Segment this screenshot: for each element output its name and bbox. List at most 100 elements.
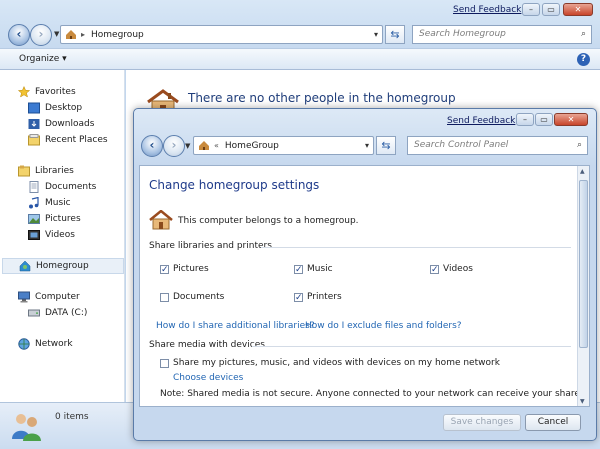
minimize-button[interactable]: – <box>516 113 534 126</box>
homegroup-icon <box>19 260 31 272</box>
checkbox-empty-icon <box>160 292 169 302</box>
checkbox-check-icon: ✓ <box>294 292 303 303</box>
nav-computer-label: Computer <box>35 292 80 302</box>
section-divider <box>252 346 571 347</box>
address-path: HomeGroup <box>224 140 279 151</box>
search-box[interactable]: Search Control Panel ⌕ <box>407 136 588 155</box>
nav-favorites-label: Favorites <box>35 87 76 97</box>
forward-button[interactable]: › <box>30 24 52 46</box>
search-icon[interactable]: ⌕ <box>581 26 586 43</box>
homegroup-message: There are no other people in the homegro… <box>188 91 456 105</box>
send-feedback-link[interactable]: Send Feedback <box>447 116 515 126</box>
nav-desktop[interactable]: Desktop <box>28 100 82 116</box>
search-icon[interactable]: ⌕ <box>577 137 582 154</box>
forward-button[interactable]: › <box>163 135 185 157</box>
share-additional-libraries-link[interactable]: How do I share additional libraries? <box>156 321 315 331</box>
breadcrumb-separator-icon: ▸ <box>81 30 86 39</box>
network-icon <box>18 338 30 350</box>
address-bar[interactable]: ▸ Homegroup ▾ <box>60 25 383 44</box>
maximize-button[interactable]: ▭ <box>542 3 560 16</box>
refresh-button[interactable]: ⇆ <box>376 136 396 155</box>
libraries-icon <box>18 165 30 177</box>
scrollbar-thumb[interactable] <box>579 180 588 348</box>
recent-pages-dropdown-icon[interactable]: ▼ <box>185 142 190 150</box>
send-feedback-link[interactable]: Send Feedback <box>453 5 521 15</box>
printers-checkbox[interactable]: ✓ Printers <box>294 292 342 302</box>
nav-videos[interactable]: Videos <box>28 227 75 243</box>
nav-downloads[interactable]: Downloads <box>28 116 94 132</box>
star-icon <box>18 86 30 98</box>
music-checkbox[interactable]: ✓ Music <box>294 264 333 274</box>
nav-network[interactable]: Network <box>18 336 73 352</box>
navigation-pane: Favorites Desktop Downloads Recent Place… <box>0 70 125 402</box>
nav-homegroup-label: Homegroup <box>36 261 89 271</box>
users-icon <box>12 414 41 441</box>
share-media-label: Share my pictures, music, and videos wit… <box>173 358 500 368</box>
recent-pages-dropdown-icon[interactable]: ▼ <box>54 30 59 38</box>
scroll-down-icon[interactable]: ▼ <box>580 398 585 405</box>
printers-label: Printers <box>307 292 342 302</box>
nav-libraries-label: Libraries <box>35 166 74 176</box>
music-icon <box>29 197 39 209</box>
search-placeholder: Search Homegroup <box>419 29 506 39</box>
close-button[interactable]: ✕ <box>554 113 588 126</box>
videos-checkbox[interactable]: ✓ Videos <box>430 264 473 274</box>
documents-checkbox[interactable]: Documents <box>160 292 224 302</box>
nav-favorites[interactable]: Favorites <box>18 84 76 100</box>
cancel-button[interactable]: Cancel <box>525 414 581 431</box>
share-media-checkbox[interactable]: Share my pictures, music, and videos wit… <box>160 358 500 368</box>
nav-homegroup[interactable]: Homegroup <box>2 258 124 274</box>
help-icon[interactable]: ? <box>577 53 590 66</box>
overflow-breadcrumb-icon[interactable]: « <box>214 141 219 150</box>
nav-pictures[interactable]: Pictures <box>28 211 81 227</box>
music-label: Music <box>307 264 333 274</box>
nav-documents[interactable]: Documents <box>28 179 96 195</box>
desktop-icon <box>28 102 40 114</box>
settings-content: Change homegroup settings This computer … <box>139 165 590 407</box>
choose-devices-link[interactable]: Choose devices <box>173 373 243 383</box>
videos-icon <box>28 230 40 240</box>
nav-computer[interactable]: Computer <box>18 289 80 305</box>
back-button[interactable]: ‹ <box>141 135 163 157</box>
search-placeholder: Search Control Panel <box>414 140 509 150</box>
scroll-up-icon[interactable]: ▲ <box>580 168 585 175</box>
nav-network-label: Network <box>35 339 73 349</box>
address-dropdown-icon[interactable]: ▾ <box>365 141 369 150</box>
membership-status: This computer belongs to a homegroup. <box>178 216 359 226</box>
nav-music-label: Music <box>45 198 71 208</box>
organize-button[interactable]: Organize ▾ <box>19 54 67 64</box>
pictures-checkbox[interactable]: ✓ Pictures <box>160 264 209 274</box>
maximize-button[interactable]: ▭ <box>535 113 553 126</box>
close-button[interactable]: ✕ <box>563 3 593 16</box>
nav-drive-c[interactable]: DATA (C:) <box>28 305 87 321</box>
back-button[interactable]: ‹ <box>8 24 30 46</box>
minimize-button[interactable]: – <box>522 3 540 16</box>
recent-places-icon <box>28 134 40 146</box>
documents-icon <box>29 181 39 193</box>
navigation-bar: ‹ › ▼ ▸ Homegroup ▾ ⇆ Search Homegroup ⌕ <box>6 22 596 48</box>
nav-downloads-label: Downloads <box>45 119 95 129</box>
vertical-scrollbar[interactable]: ▲ ▼ <box>577 166 589 406</box>
section-divider <box>261 247 571 248</box>
address-bar[interactable]: « HomeGroup ▾ <box>193 136 374 155</box>
homegroup-icon <box>199 141 209 150</box>
drive-icon <box>28 309 40 317</box>
search-box[interactable]: Search Homegroup ⌕ <box>412 25 592 44</box>
address-path: Homegroup <box>91 29 144 40</box>
nav-libraries[interactable]: Libraries <box>18 163 74 179</box>
nav-drive-c-label: DATA (C:) <box>45 308 88 318</box>
nav-recent-places[interactable]: Recent Places <box>28 132 108 148</box>
nav-videos-label: Videos <box>45 230 75 240</box>
videos-label: Videos <box>443 264 473 274</box>
documents-label: Documents <box>173 292 225 302</box>
nav-music[interactable]: Music <box>28 195 71 211</box>
exclude-files-link[interactable]: How do I exclude files and folders? <box>305 321 462 331</box>
refresh-button[interactable]: ⇆ <box>385 25 405 44</box>
share-media-heading: Share media with devices <box>149 340 265 350</box>
save-changes-button[interactable]: Save changes <box>443 414 521 431</box>
checkbox-check-icon: ✓ <box>430 264 439 275</box>
homegroup-settings-window: Send Feedback – ▭ ✕ ‹ › ▼ « HomeGroup ▾ … <box>133 108 597 441</box>
address-dropdown-icon[interactable]: ▾ <box>374 30 378 39</box>
checkbox-empty-icon <box>160 358 169 368</box>
computer-icon <box>18 291 30 303</box>
